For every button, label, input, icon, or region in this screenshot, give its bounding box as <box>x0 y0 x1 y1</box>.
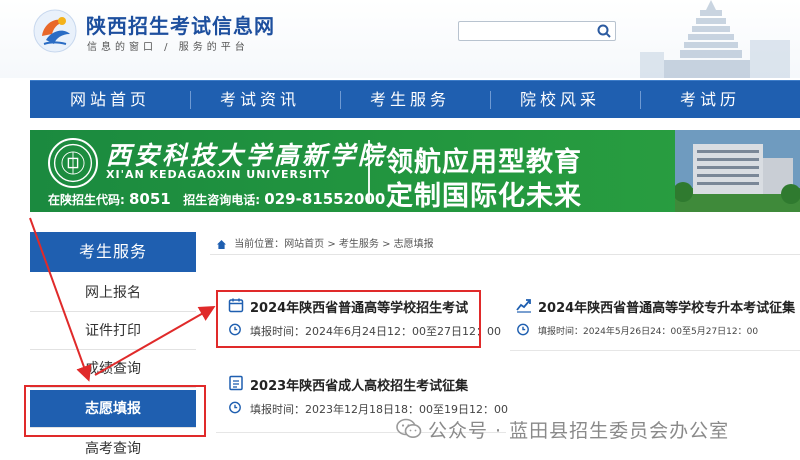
nav-item-calendar[interactable]: 考试历 <box>650 81 770 119</box>
site-logo-icon <box>33 9 77 53</box>
search-box <box>458 21 616 41</box>
main-nav: 网站首页 考试资讯 考生服务 院校风采 考试历 <box>30 80 800 118</box>
phone-label: 招生咨询电话: <box>183 193 261 207</box>
site-header: 陕西招生考试信息网 信息的窗口 / 服务的平台 <box>0 0 800 78</box>
list-item[interactable]: 2024年陕西省普通高等学校专升本考试征集 填报时间：2024年5月26日24：… <box>516 297 800 347</box>
breadcrumb-prefix: 当前位置： <box>234 239 285 250</box>
card-time: 填报时间：2023年12月18日18：00至19日12：00 <box>250 403 508 416</box>
home-icon[interactable] <box>216 239 227 250</box>
nav-divider <box>490 91 491 109</box>
nav-item-services[interactable]: 考生服务 <box>350 81 470 119</box>
university-name-cn: 西安科技大学高新学院 <box>106 141 387 170</box>
breadcrumb-path[interactable]: 网站首页 > 考生服务 > 志愿填报 <box>284 239 433 250</box>
nav-item-colleges[interactable]: 院校风采 <box>500 81 620 119</box>
highlight-box-card <box>216 290 481 348</box>
wechat-icon <box>396 418 422 438</box>
nav-divider <box>190 91 191 109</box>
sidebar-heading: 考生服务 <box>30 232 196 272</box>
nav-item-news[interactable]: 考试资讯 <box>200 81 320 119</box>
nav-divider <box>340 91 341 109</box>
banner-divider <box>368 140 370 202</box>
admission-code: 8051 <box>129 190 171 208</box>
search-icon[interactable] <box>596 23 612 39</box>
trend-chart-icon <box>516 299 531 313</box>
highlight-box-sidebar <box>24 385 206 437</box>
sidebar-item-online-registration[interactable]: 网上报名 <box>30 274 196 312</box>
clock-icon <box>517 323 529 336</box>
banner-slogan-line2: 定制国际化未来 <box>386 181 582 212</box>
nav-divider <box>640 91 641 109</box>
campus-building-image <box>675 130 800 212</box>
breadcrumb-divider <box>210 254 800 255</box>
card-title[interactable]: 2024年陕西省普通高等学校专升本考试征集 <box>538 297 795 316</box>
university-seal-icon <box>48 138 98 188</box>
admission-info: 在陕招生代码: 8051 招生咨询电话: 029-81552000 <box>48 190 385 208</box>
card-divider <box>510 350 800 351</box>
sidebar-item-score-query[interactable]: 成绩查询 <box>30 350 196 388</box>
university-name-en: XI'AN KEDAGAOXIN UNIVERSITY <box>106 168 331 181</box>
site-slogan: 信息的窗口 / 服务的平台 <box>87 42 249 53</box>
nav-item-home[interactable]: 网站首页 <box>50 81 170 119</box>
tower-decoration-icon <box>640 0 790 78</box>
page-root: 陕西招生考试信息网 信息的窗口 / 服务的平台 网站首页 考试资讯 考生服务 院… <box>0 0 800 460</box>
card-title[interactable]: 2023年陕西省成人高校招生考试征集 <box>250 375 468 394</box>
clock-icon <box>229 401 241 414</box>
card-time: 填报时间：2024年5月26日24：00至5月27日12：00 <box>538 327 759 337</box>
search-input[interactable] <box>461 23 589 39</box>
sidebar-item-certificate-print[interactable]: 证件打印 <box>30 312 196 350</box>
ad-banner[interactable]: 西安科技大学高新学院 XI'AN KEDAGAOXIN UNIVERSITY 在… <box>30 130 800 212</box>
breadcrumb: 当前位置：网站首页 > 考生服务 > 志愿填报 <box>216 235 434 250</box>
site-title[interactable]: 陕西招生考试信息网 <box>86 10 275 39</box>
code-label: 在陕招生代码: <box>48 193 125 207</box>
watermark-text: 公众号 · 蓝田县招生委员会办公室 <box>428 420 730 442</box>
document-icon <box>229 375 243 391</box>
